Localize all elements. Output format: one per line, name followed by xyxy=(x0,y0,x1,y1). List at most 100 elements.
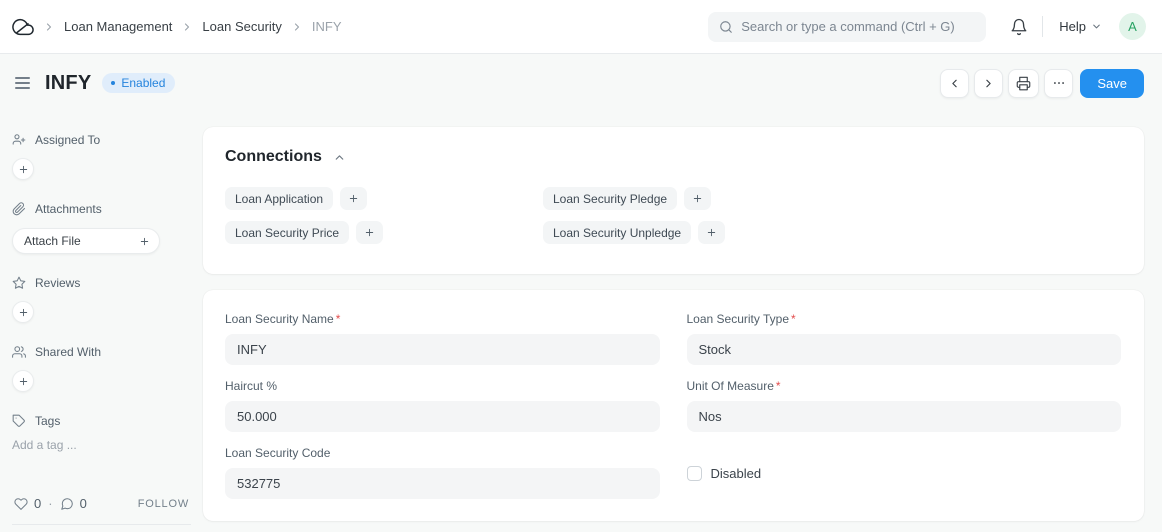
breadcrumb-loan-management[interactable]: Loan Management xyxy=(64,19,172,34)
chevron-right-icon xyxy=(982,77,995,90)
star-icon xyxy=(12,276,26,290)
more-menu-button[interactable] xyxy=(1044,69,1073,98)
form-main: Connections Loan Application Loan Securi… xyxy=(203,112,1144,532)
ellipsis-icon xyxy=(1052,76,1066,90)
add-connection-button[interactable] xyxy=(684,187,711,210)
shared-with-section: Shared With xyxy=(12,345,191,392)
add-connection-button[interactable] xyxy=(340,187,367,210)
connection-link[interactable]: Loan Security Price xyxy=(225,221,349,244)
connection-link[interactable]: Loan Application xyxy=(225,187,333,210)
page-body: Assigned To Attachments Attach File xyxy=(0,112,1162,532)
search-icon xyxy=(719,20,733,34)
disabled-label: Disabled xyxy=(711,466,762,481)
form-grid: Loan Security Name* Loan Security Type* … xyxy=(225,312,1121,499)
comment-count: 0 xyxy=(80,496,87,511)
comment-icon[interactable] xyxy=(60,497,74,511)
connection-loan-security-unpledge: Loan Security Unpledge xyxy=(543,221,861,244)
status-dot-icon xyxy=(111,81,115,85)
connection-link[interactable]: Loan Security Unpledge xyxy=(543,221,691,244)
breadcrumb-current: INFY xyxy=(312,19,342,34)
next-document-button[interactable] xyxy=(974,69,1003,98)
avatar[interactable]: A xyxy=(1119,13,1146,40)
required-marker: * xyxy=(336,312,341,326)
breadcrumb-loan-security[interactable]: Loan Security xyxy=(202,19,282,34)
assigned-to-label: Assigned To xyxy=(35,133,100,147)
global-search[interactable] xyxy=(708,12,986,42)
connection-loan-application: Loan Application xyxy=(225,187,543,210)
connections-header[interactable]: Connections xyxy=(225,148,1122,166)
plus-icon xyxy=(692,193,703,204)
connection-loan-security-price: Loan Security Price xyxy=(225,221,543,244)
field-unit-of-measure: Unit Of Measure* xyxy=(687,379,1122,432)
status-badge: Enabled xyxy=(102,73,175,93)
disabled-checkbox[interactable] xyxy=(687,466,702,481)
unit-of-measure-input[interactable] xyxy=(687,401,1122,432)
form-sidebar: Assigned To Attachments Attach File xyxy=(0,112,203,532)
field-label: Unit Of Measure xyxy=(687,379,774,393)
sidebar-toggle-icon[interactable] xyxy=(12,74,33,92)
field-label: Loan Security Name xyxy=(225,312,334,326)
breadcrumb: Loan Management Loan Security INFY xyxy=(12,16,342,38)
navbar: Loan Management Loan Security INFY xyxy=(0,0,1162,54)
connection-link[interactable]: Loan Security Pledge xyxy=(543,187,677,210)
follow-button[interactable]: FOLLOW xyxy=(138,498,189,510)
heart-icon[interactable] xyxy=(14,497,28,511)
connections-title: Connections xyxy=(225,148,322,166)
tags-section: Tags Add a tag ... xyxy=(12,414,191,452)
add-share-button[interactable] xyxy=(12,370,34,392)
loan-security-code-input[interactable] xyxy=(225,468,660,499)
frappe-cloud-logo-icon[interactable] xyxy=(12,16,34,38)
users-icon xyxy=(12,345,26,359)
reviews-label: Reviews xyxy=(35,276,80,290)
field-disabled: Disabled xyxy=(687,446,1122,499)
field-label: Haircut % xyxy=(225,379,277,393)
shared-with-label: Shared With xyxy=(35,345,101,359)
chevron-right-icon xyxy=(181,21,193,33)
divider xyxy=(1042,16,1043,37)
add-connection-button[interactable] xyxy=(698,221,725,244)
tag-icon xyxy=(12,414,26,428)
page-head: INFY Enabled xyxy=(0,54,1162,112)
page-head-actions: Save xyxy=(940,69,1144,98)
add-review-button[interactable] xyxy=(12,301,34,323)
tags-label: Tags xyxy=(35,414,60,428)
chevron-left-icon xyxy=(948,77,961,90)
print-button[interactable] xyxy=(1008,69,1039,98)
plus-icon xyxy=(18,376,29,387)
field-haircut: Haircut % xyxy=(225,379,660,432)
help-label: Help xyxy=(1059,19,1086,34)
loan-security-name-input[interactable] xyxy=(225,334,660,365)
prev-document-button[interactable] xyxy=(940,69,969,98)
attachments-label: Attachments xyxy=(35,202,102,216)
paperclip-icon xyxy=(12,202,26,216)
details-card: Loan Security Name* Loan Security Type* … xyxy=(203,290,1144,521)
chevron-down-icon xyxy=(1091,21,1102,32)
field-loan-security-type: Loan Security Type* xyxy=(687,312,1122,365)
loan-security-type-input[interactable] xyxy=(687,334,1122,365)
app-window: Loan Management Loan Security INFY xyxy=(0,0,1162,532)
add-connection-button[interactable] xyxy=(356,221,383,244)
attach-file-button[interactable]: Attach File xyxy=(12,228,160,254)
help-menu-button[interactable]: Help xyxy=(1055,17,1106,36)
add-tag-input[interactable]: Add a tag ... xyxy=(12,438,191,452)
user-plus-icon xyxy=(12,133,26,147)
plus-icon xyxy=(348,193,359,204)
page-title: INFY xyxy=(45,72,91,95)
chevron-right-icon xyxy=(291,21,303,33)
add-assignment-button[interactable] xyxy=(12,158,34,180)
connections-card: Connections Loan Application Loan Securi… xyxy=(203,127,1144,274)
like-count: 0 xyxy=(34,496,41,511)
connections-grid: Loan Application Loan Security Pledge Lo… xyxy=(225,187,1122,244)
connection-loan-security-pledge: Loan Security Pledge xyxy=(543,187,861,210)
navbar-actions: Help A xyxy=(708,12,1146,42)
notifications-bell-icon[interactable] xyxy=(1008,16,1030,38)
sidebar-footer: 0 · 0 FOLLOW xyxy=(12,496,191,511)
save-button[interactable]: Save xyxy=(1080,69,1144,98)
separator: · xyxy=(48,496,52,511)
reviews-section: Reviews xyxy=(12,276,191,323)
plus-icon xyxy=(364,227,375,238)
field-label: Loan Security Type xyxy=(687,312,790,326)
sidebar-divider xyxy=(12,524,191,525)
search-input[interactable] xyxy=(741,19,975,34)
haircut-input[interactable] xyxy=(225,401,660,432)
